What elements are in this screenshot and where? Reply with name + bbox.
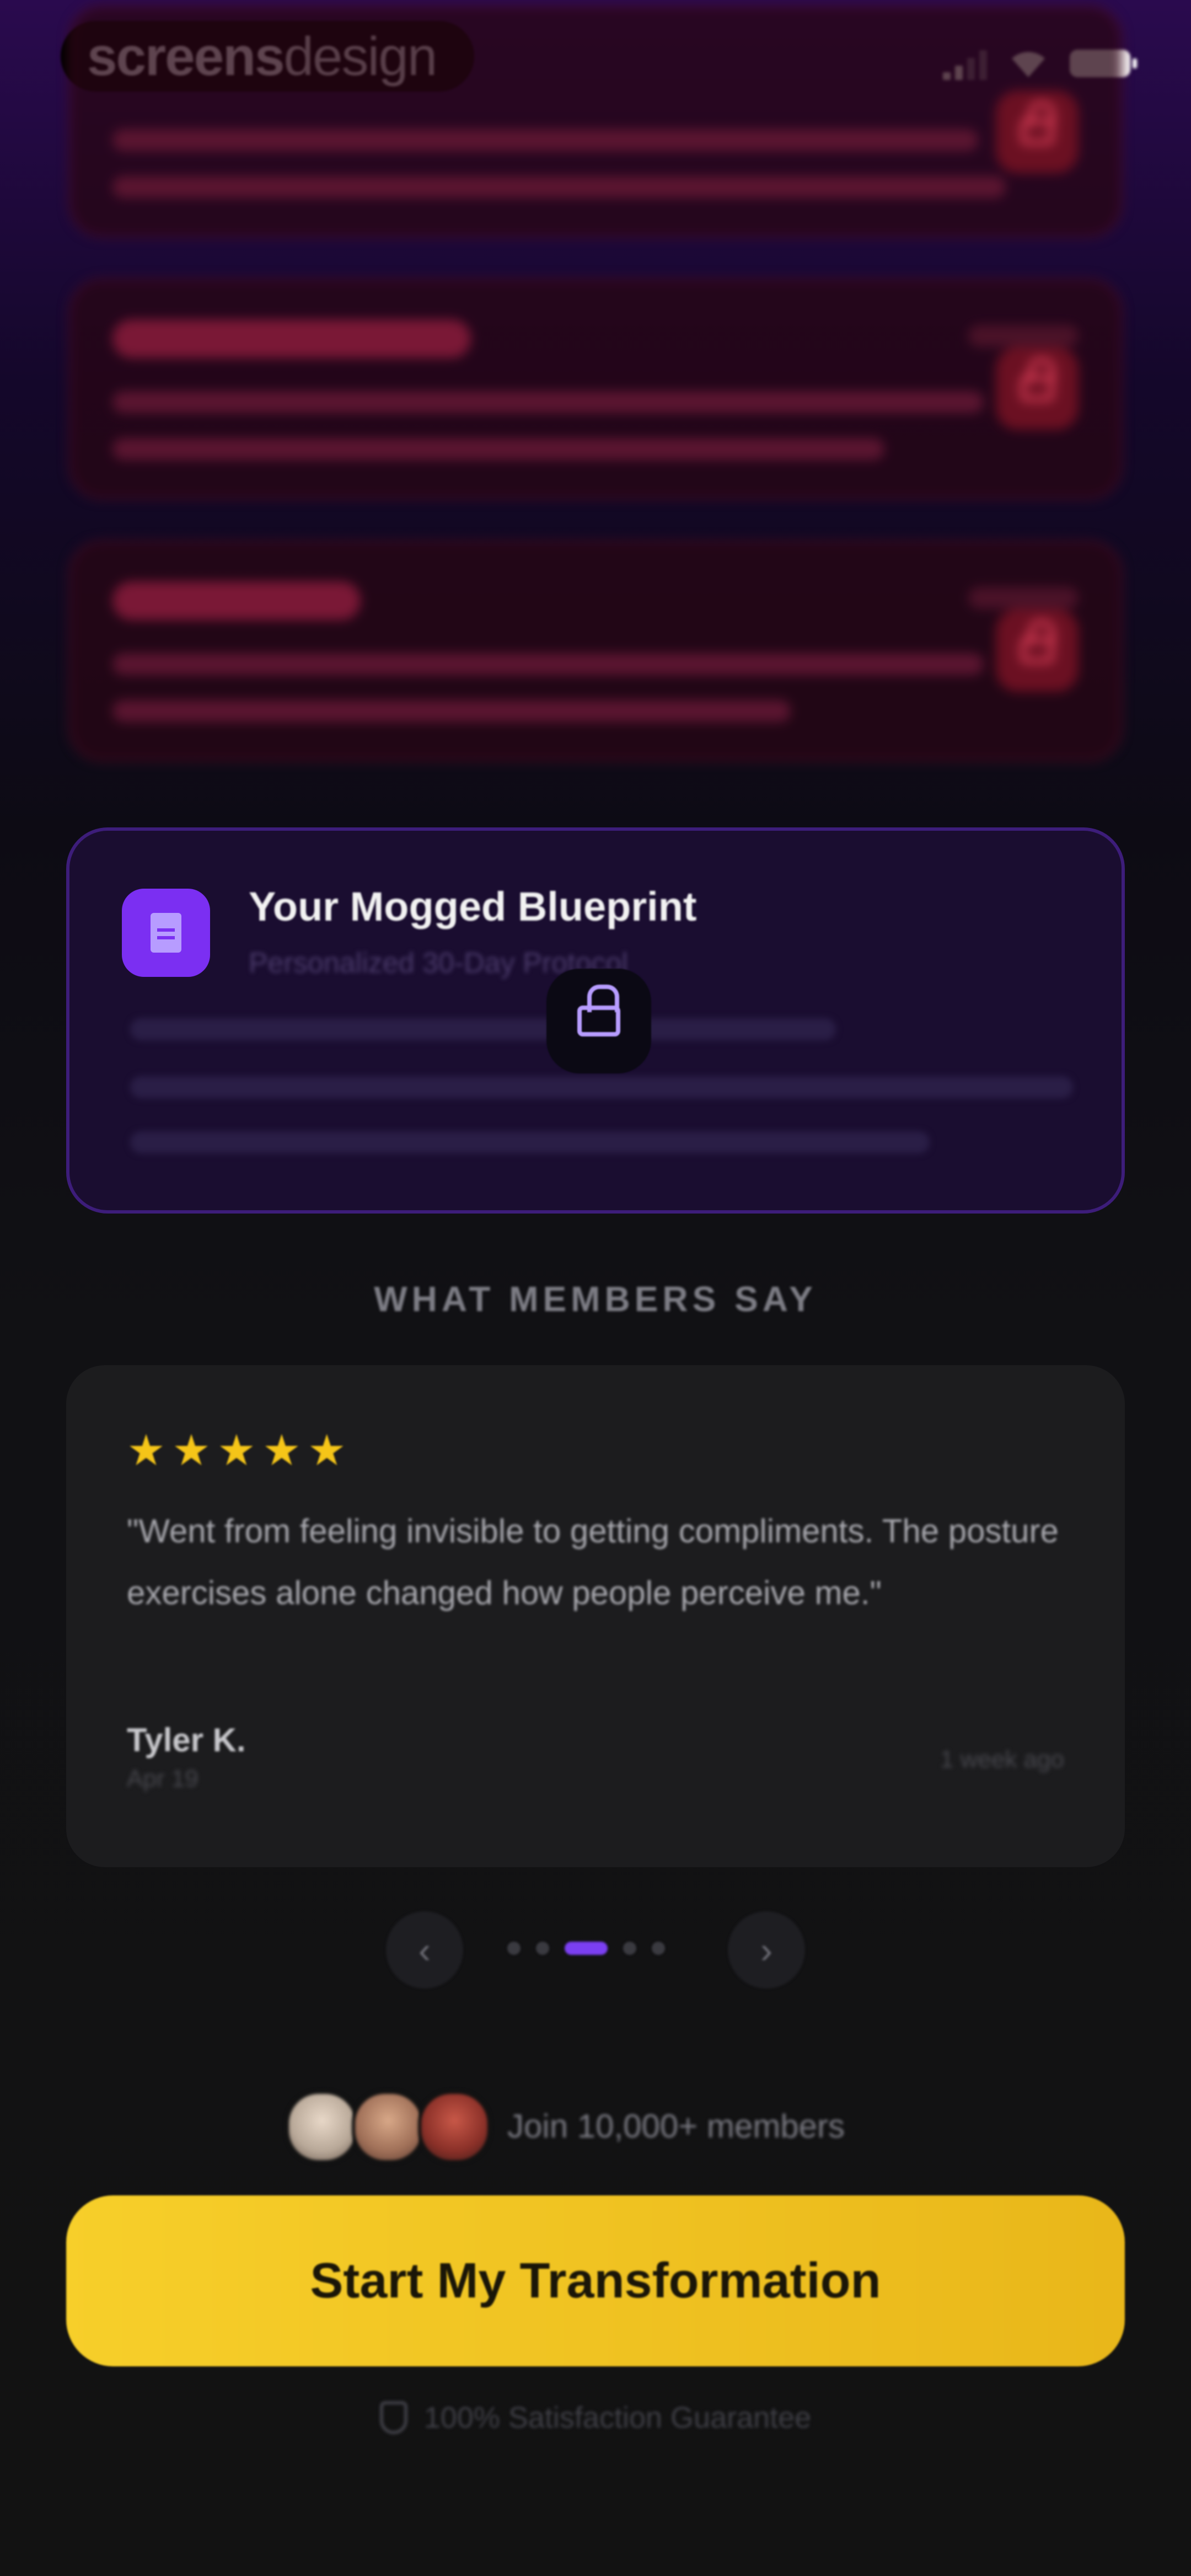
blueprint-title: Your Mogged Blueprint bbox=[249, 884, 697, 929]
star-icon: ★ bbox=[127, 1426, 165, 1474]
member-avatars bbox=[286, 2091, 491, 2163]
lock-icon bbox=[996, 347, 1079, 430]
star-icon: ★ bbox=[307, 1426, 346, 1474]
star-rating: ★ ★ ★ ★ ★ bbox=[127, 1429, 346, 1472]
avatar bbox=[286, 2091, 358, 2163]
locked-card-3 bbox=[69, 541, 1122, 761]
guarantee-text: 100% Satisfaction Guarantee bbox=[423, 2401, 812, 2434]
blueprint-card[interactable]: Your Mogged Blueprint Personalized 30-Da… bbox=[66, 827, 1125, 1214]
pagination-dot[interactable] bbox=[623, 1942, 636, 1955]
carousel-prev-button[interactable]: ‹ bbox=[386, 1911, 463, 1989]
star-icon: ★ bbox=[171, 1426, 211, 1474]
shield-icon bbox=[379, 2401, 407, 2434]
lock-icon bbox=[996, 90, 1079, 173]
guarantee-row: 100% Satisfaction Guarantee bbox=[0, 2401, 1191, 2435]
testimonial-card: ★ ★ ★ ★ ★ "Went from feeling invisible t… bbox=[66, 1365, 1125, 1867]
pagination-dot[interactable] bbox=[536, 1942, 549, 1955]
avatar bbox=[418, 2091, 491, 2163]
lock-icon bbox=[996, 609, 1079, 692]
star-icon: ★ bbox=[217, 1426, 256, 1474]
chevron-left-icon: ‹ bbox=[419, 1930, 431, 1970]
avatar bbox=[352, 2091, 425, 2163]
section-heading: WHAT MEMBERS SAY bbox=[374, 1279, 817, 1319]
locked-card-1 bbox=[69, 6, 1122, 237]
locked-card-2 bbox=[69, 279, 1122, 499]
carousel-next-button[interactable]: › bbox=[728, 1911, 805, 1989]
review-date: Apr 19 bbox=[127, 1765, 198, 1792]
pagination-dot[interactable] bbox=[652, 1942, 665, 1955]
reviewer-name: Tyler K. bbox=[127, 1722, 246, 1759]
review-time-ago: 1 week ago bbox=[940, 1746, 1064, 1773]
lock-icon bbox=[546, 969, 651, 1073]
pagination-dot-active[interactable] bbox=[565, 1942, 608, 1955]
chevron-right-icon: › bbox=[760, 1930, 772, 1970]
members-count-text: Join 10,000+ members bbox=[507, 2108, 845, 2145]
start-transformation-button[interactable]: Start My Transformation bbox=[66, 2195, 1125, 2366]
pagination-dot[interactable] bbox=[507, 1942, 521, 1955]
testimonial-quote: "Went from feeling invisible to getting … bbox=[127, 1513, 1059, 1611]
carousel-pagination bbox=[507, 1942, 665, 1955]
document-icon bbox=[122, 889, 210, 977]
star-icon: ★ bbox=[262, 1426, 301, 1474]
